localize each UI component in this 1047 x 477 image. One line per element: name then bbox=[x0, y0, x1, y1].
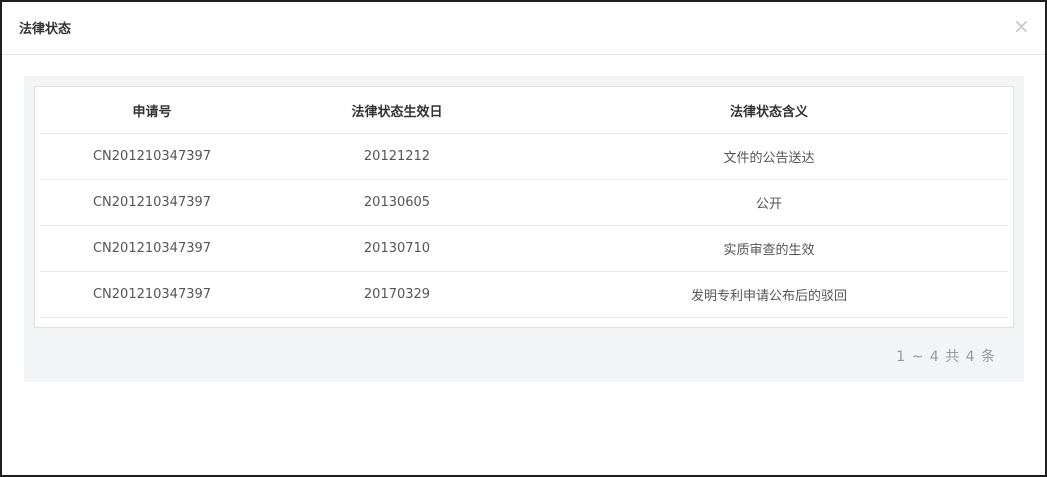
table-panel: 申请号 法律状态生效日 法律状态含义 CN201210347397 201212… bbox=[24, 76, 1024, 382]
cell-status-meaning: 发明专利申请公布后的驳回 bbox=[530, 271, 1008, 318]
cell-status-meaning: 实质审查的生效 bbox=[530, 225, 1008, 272]
column-header-status-meaning: 法律状态含义 bbox=[530, 87, 1008, 134]
cell-status-meaning: 文件的公告送达 bbox=[530, 133, 1008, 180]
cell-effective-date: 20170329 bbox=[264, 271, 530, 318]
table-row: CN201210347397 20121212 文件的公告送达 bbox=[40, 133, 1008, 180]
cell-effective-date: 20130605 bbox=[264, 179, 530, 226]
dialog-header: 法律状态 × bbox=[2, 2, 1045, 55]
table-row: CN201210347397 20170329 发明专利申请公布后的驳回 bbox=[40, 271, 1008, 318]
legal-status-table: 申请号 法律状态生效日 法律状态含义 CN201210347397 201212… bbox=[40, 87, 1008, 318]
pagination-summary: 1 ~ 4 共 4 条 bbox=[896, 349, 996, 365]
cell-status-meaning: 公开 bbox=[530, 179, 1008, 226]
table-header-row: 申请号 法律状态生效日 法律状态含义 bbox=[40, 87, 1008, 134]
column-header-application-number: 申请号 bbox=[40, 87, 264, 134]
cell-effective-date: 20121212 bbox=[264, 133, 530, 180]
column-header-effective-date: 法律状态生效日 bbox=[264, 87, 530, 134]
cell-application-number: CN201210347397 bbox=[40, 179, 264, 226]
cell-effective-date: 20130710 bbox=[264, 225, 530, 272]
legal-status-dialog: 法律状态 × 申请号 法律状态生效日 法律状态含义 CN201210347397… bbox=[0, 0, 1047, 477]
table-row: CN201210347397 20130605 公开 bbox=[40, 179, 1008, 226]
cell-application-number: CN201210347397 bbox=[40, 271, 264, 318]
table-row: CN201210347397 20130710 实质审查的生效 bbox=[40, 225, 1008, 272]
legal-status-table-container: 申请号 法律状态生效日 法律状态含义 CN201210347397 201212… bbox=[34, 86, 1014, 328]
close-icon[interactable]: × bbox=[1013, 16, 1030, 36]
cell-application-number: CN201210347397 bbox=[40, 225, 264, 272]
dialog-title: 法律状态 bbox=[19, 22, 72, 37]
cell-application-number: CN201210347397 bbox=[40, 133, 264, 180]
